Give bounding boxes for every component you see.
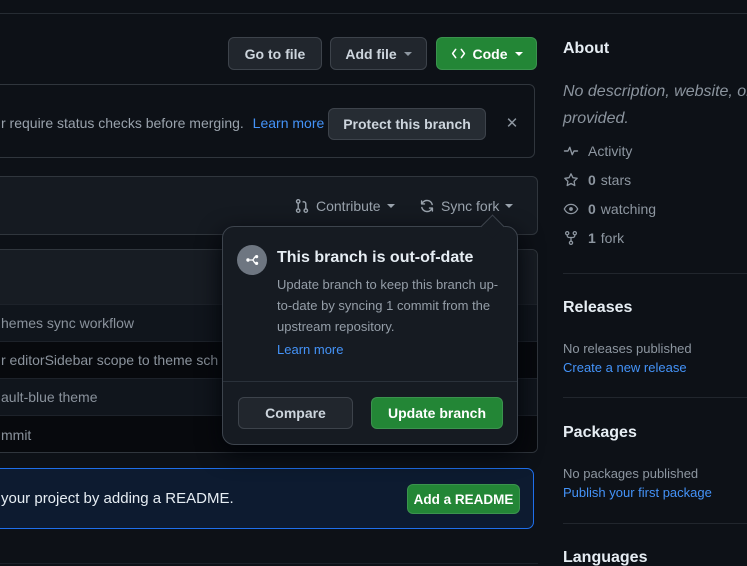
go-to-file-button[interactable]: Go to file [228,37,322,70]
releases-empty-text: No releases published [563,341,692,356]
popover-title: This branch is out-of-date [277,249,473,267]
github-repo-page: Go to file Add file Code r require statu… [0,0,747,566]
sidebar-item-label: fork [601,230,624,246]
commit-message: ault-blue theme [1,389,98,405]
code-icon [451,46,466,61]
watching-count: 0 [588,201,596,217]
popover-learn-more-link[interactable]: Learn more [277,342,343,357]
readme-banner: your project by adding a README. Add a R… [0,468,534,529]
fork-icon [563,230,579,246]
sidebar-item-forks[interactable]: 1 fork [563,230,624,246]
update-branch-button[interactable]: Update branch [371,397,503,429]
star-icon [563,172,579,188]
add-file-label: Add file [345,46,396,62]
fork-count: 1 [588,230,596,246]
sync-fork-label: Sync fork [441,198,499,214]
add-readme-button[interactable]: Add a README [407,484,520,514]
commit-message: mmit [1,427,31,443]
sync-icon [419,198,435,214]
go-to-file-label: Go to file [245,46,306,62]
readme-banner-text: your project by adding a README. [1,490,234,507]
contribute-label: Contribute [316,198,381,214]
git-compare-icon [294,198,310,214]
languages-heading: Languages [563,549,647,566]
popover-divider [223,381,517,382]
packages-heading: Packages [563,424,637,442]
packages-empty-text: No packages published [563,466,698,481]
publish-package-link[interactable]: Publish your first package [563,485,712,500]
close-icon[interactable]: ✕ [502,107,522,139]
add-file-button[interactable]: Add file [330,37,427,70]
chevron-down-icon [404,52,412,56]
sidebar-item-label: Activity [588,143,632,159]
create-release-link[interactable]: Create a new release [563,360,687,375]
sidebar-divider [563,273,747,274]
sidebar-item-label: stars [601,172,631,188]
commit-message: r editorSidebar scope to theme sch [1,352,218,368]
code-label: Code [473,46,508,62]
protect-branch-banner: r require status checks before merging. … [0,84,535,158]
sidebar-item-label: watching [601,201,656,217]
releases-heading: Releases [563,299,632,317]
code-button[interactable]: Code [436,37,537,70]
chevron-down-icon [505,204,513,208]
sidebar-divider [563,397,747,398]
protect-learn-more-link[interactable]: Learn more [253,115,325,131]
sync-fork-popover: This branch is out-of-date Update branch… [222,226,518,445]
activity-icon [563,143,579,159]
branch-status-icon [237,245,267,275]
eye-icon [563,201,579,217]
protect-this-branch-button[interactable]: Protect this branch [328,108,486,140]
sidebar-item-watching[interactable]: 0 watching [563,201,656,217]
commit-message: hemes sync workflow [1,315,134,331]
chevron-down-icon [387,204,395,208]
sidebar: About No description, website, or topics… [563,0,747,566]
sidebar-item-activity[interactable]: Activity [563,143,632,159]
chevron-down-icon [515,52,523,56]
about-description: No description, website, or topics provi… [563,78,747,132]
section-divider [0,563,538,564]
star-count: 0 [588,172,596,188]
git-branch-icon [244,252,260,268]
about-heading: About [563,40,609,58]
protect-banner-text: r require status checks before merging. … [1,115,324,131]
compare-button[interactable]: Compare [238,397,353,429]
sidebar-item-stars[interactable]: 0 stars [563,172,631,188]
popover-body: Update branch to keep this branch up- to… [277,274,515,337]
sidebar-divider [563,523,747,524]
